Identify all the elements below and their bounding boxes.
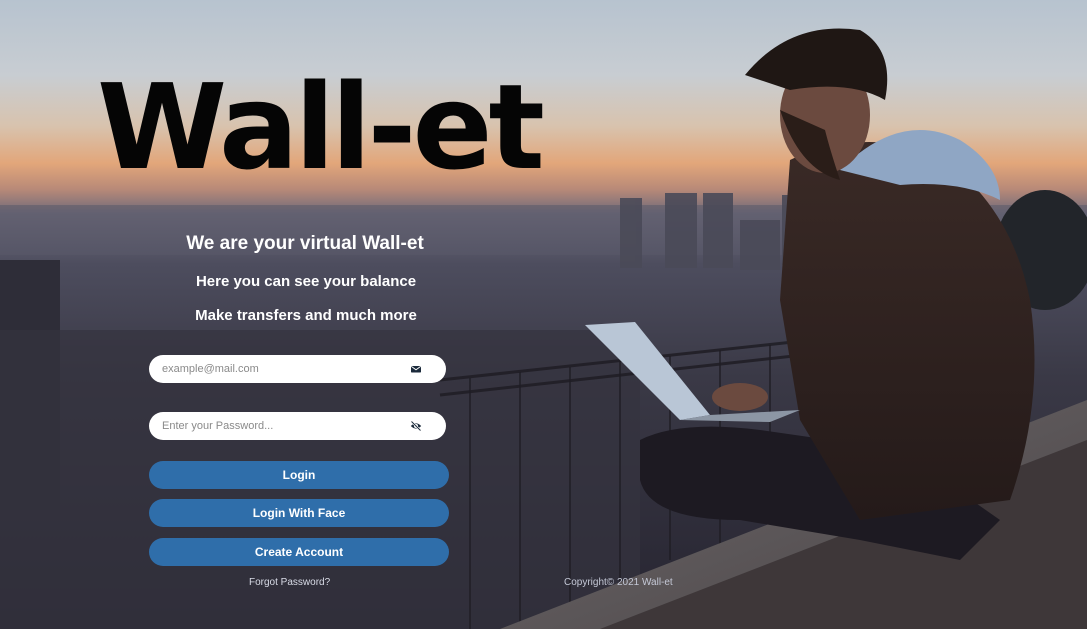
eye-slash-icon[interactable] [410,420,422,432]
login-page: Wall-et We are your virtual Wall-et Here… [0,0,1087,629]
login-with-face-button[interactable]: Login With Face [149,499,449,527]
hero-line-transfers: Make transfers and much more [195,307,417,324]
password-input[interactable] [162,412,402,440]
email-field [149,355,446,383]
password-field [149,412,446,440]
email-input[interactable] [162,355,402,383]
envelope-icon [411,366,421,373]
hero-heading: We are your virtual Wall-et [186,233,424,254]
copyright-text: Copyright© 2021 Wall-et [564,577,673,588]
hero-line-balance: Here you can see your balance [195,273,417,290]
login-button[interactable]: Login [149,461,449,489]
create-account-button[interactable]: Create Account [149,538,449,566]
app-title: Wall-et [97,58,545,196]
forgot-password-link[interactable]: Forgot Password? [249,577,330,588]
